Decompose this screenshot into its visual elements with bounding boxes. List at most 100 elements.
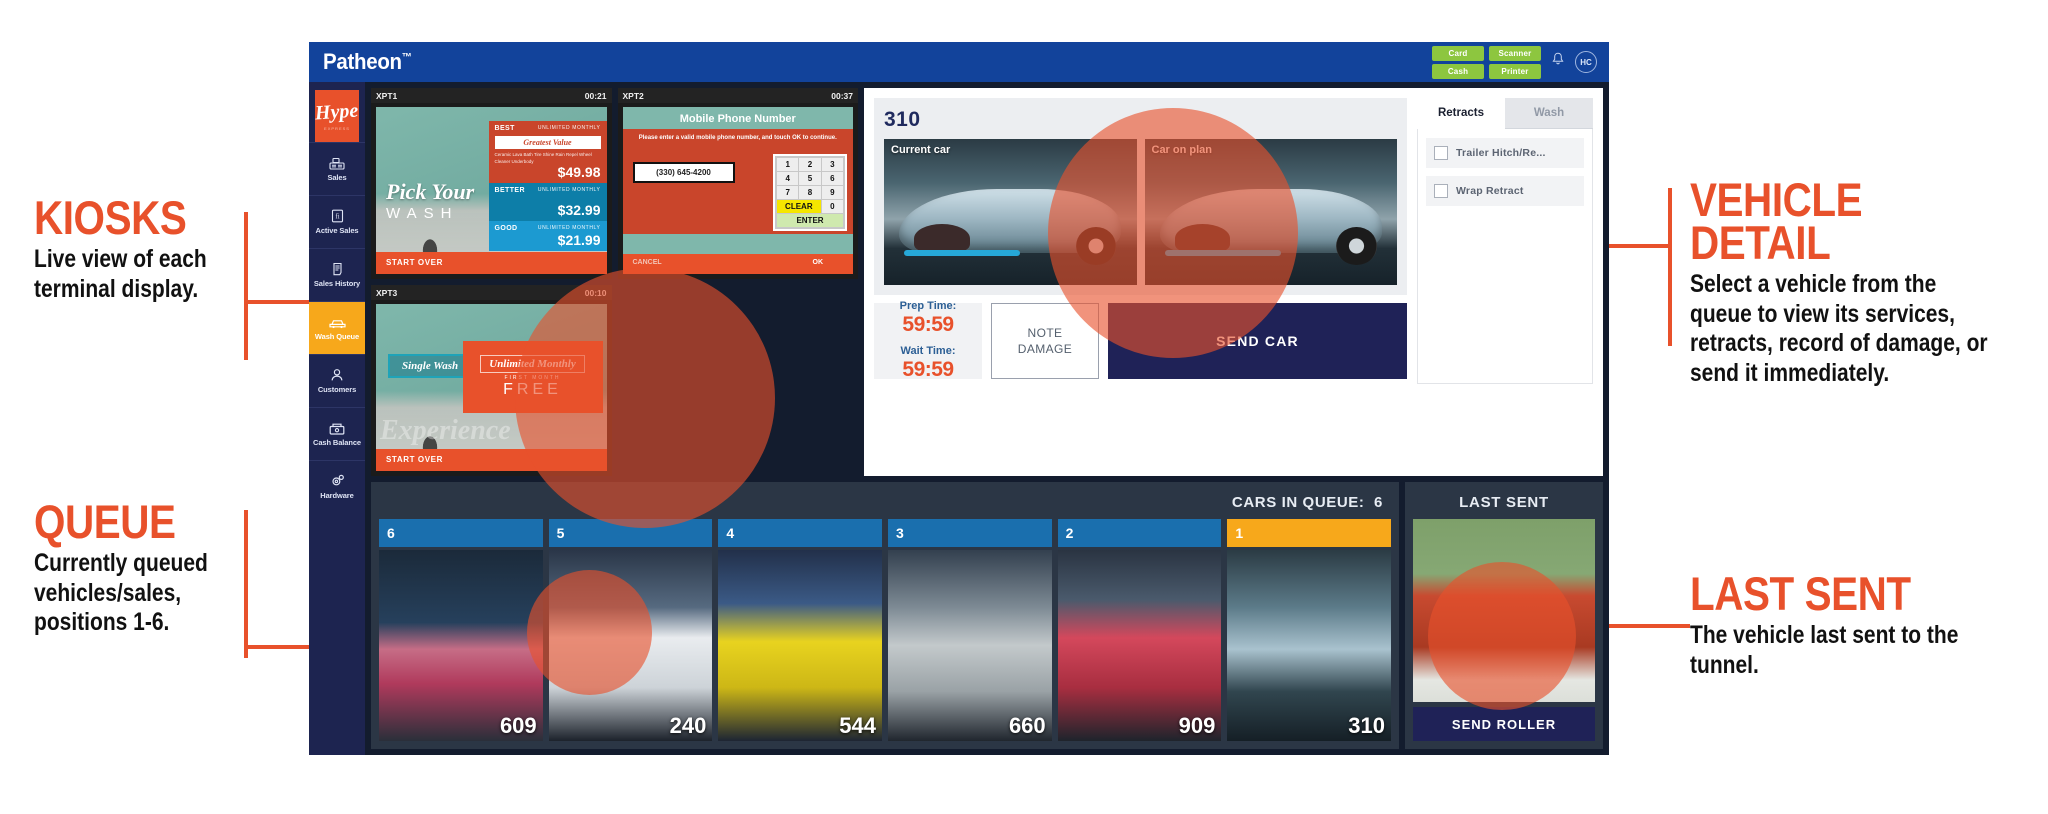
kiosk-xpt3-ghost-word: Experience	[380, 415, 511, 447]
keypad-key-8[interactable]: 8	[799, 186, 821, 199]
kiosk-xpt1-name: XPT1	[376, 90, 398, 101]
queue-car-image-2: 909	[1057, 550, 1222, 741]
prep-time-label: Prep Time:	[899, 300, 957, 312]
keypad-clear-button[interactable]: CLEAR	[777, 200, 821, 213]
kiosk-xpt1-tier-best[interactable]: BEST UNLIMITED MONTHLY Greatest Value Ce…	[488, 121, 607, 183]
status-badge-cash[interactable]: Cash	[1432, 63, 1484, 79]
sidebar-item-cash-balance[interactable]: Cash Balance	[309, 407, 365, 460]
numeric-keypad: 1 2 3 4 5 6 7 8 9 CLEAR 0 ENTER	[773, 154, 847, 231]
kiosk-xpt3-unlimited-button[interactable]: Unlimited Monthly FIRST MONTH FREE	[462, 341, 603, 413]
queue-position-4: 4	[718, 519, 882, 548]
kiosk-xpt1-screen: Pick Your WASH ➤ BEST UNLIMITED MONTHLY …	[376, 107, 607, 275]
sidebar-item-hardware[interactable]: Hardware	[309, 460, 365, 513]
status-badge-printer[interactable]: Printer	[1489, 63, 1541, 79]
bell-icon[interactable]	[1551, 52, 1565, 72]
sidebar-item-sales-history[interactable]: Sales History	[309, 248, 365, 301]
annotation-vehicle-detail-title: VEHICLE DETAIL	[1690, 173, 1863, 270]
note-damage-button[interactable]: NOTE DAMAGE	[991, 303, 1099, 379]
current-car-image[interactable]: Current car	[884, 139, 1137, 285]
keypad-key-0[interactable]: 0	[821, 200, 843, 213]
gear-icon	[330, 474, 345, 488]
current-car-label: Current car	[891, 144, 951, 156]
kiosk-xpt1-tier-better[interactable]: BETTER UNLIMITED MONTHLY $32.99	[488, 183, 607, 221]
tier-better-monthly: UNLIMITED MONTHLY	[537, 187, 601, 193]
tier-good-monthly: UNLIMITED MONTHLY	[537, 225, 601, 231]
vehicle-images: Current car Car on plan	[884, 139, 1397, 285]
svg-text:fi: fi	[335, 212, 339, 220]
status-badge-card[interactable]: Card	[1432, 45, 1484, 61]
app-titlebar: Patheon™ Card Scanner Cash Printer HC	[309, 42, 1609, 82]
header-right-cluster: Card Scanner Cash Printer HC	[1432, 42, 1597, 82]
car-icon	[328, 316, 347, 329]
tab-wash[interactable]: Wash	[1505, 98, 1593, 129]
checkbox-wrap-retract[interactable]	[1434, 184, 1448, 198]
queue-car-image-4: 544	[718, 550, 882, 741]
retract-row-wrap-retract[interactable]: Wrap Retract	[1426, 176, 1584, 206]
queue-tile-position-1[interactable]: 1 310	[1227, 519, 1391, 741]
queue-tile-position-3[interactable]: 3 660	[888, 519, 1052, 741]
queue-tile-position-5[interactable]: 5 240	[548, 519, 713, 741]
kiosk-xpt3-single-wash-button[interactable]: Single Wash	[388, 354, 473, 379]
car-on-plan-image[interactable]: Car on plan	[1144, 139, 1397, 285]
keypad-key-7[interactable]: 7	[777, 186, 799, 199]
kiosk-xpt1-tier-good[interactable]: GOOD UNLIMITED MONTHLY $21.99	[488, 221, 607, 251]
queue-position-3: 3	[888, 519, 1052, 548]
kiosk-xpt1-headline-script: Pick Your	[386, 178, 475, 204]
annotation-queue-body: Currently queued vehicles/sales, positio…	[34, 549, 208, 637]
vehicle-detail-panel: 310 Current car Car on plan Prep Time: 5…	[864, 88, 1603, 477]
send-car-button[interactable]: SEND CAR	[1108, 303, 1407, 379]
kiosk-xpt3-start-over-button[interactable]: START OVER	[376, 449, 607, 472]
avatar[interactable]: HC	[1575, 51, 1597, 73]
sidebar-item-wash-queue[interactable]: Wash Queue	[309, 301, 365, 354]
kiosk-xpt2-cancel-button[interactable]: CANCEL	[633, 259, 662, 266]
keypad-key-1[interactable]: 1	[777, 158, 799, 171]
kiosk-xpt2[interactable]: XPT2 00:37 Mobile Phone Number Please en…	[617, 88, 858, 280]
wait-time-label: Wait Time:	[900, 345, 956, 357]
cashbox-icon	[329, 422, 345, 435]
sidebar-item-active-sales[interactable]: fi Active Sales	[309, 195, 365, 248]
keypad-key-2[interactable]: 2	[799, 158, 821, 171]
queue-position-2: 2	[1057, 519, 1222, 548]
kiosk-xpt2-bar: XPT2 00:37	[617, 88, 858, 103]
kiosk-xpt3[interactable]: XPT3 00:10 Experience Single Wash Unlimi…	[371, 285, 612, 477]
car-on-plan-label: Car on plan	[1151, 144, 1213, 156]
tier-good-price: $21.99	[557, 232, 601, 248]
sidebar-item-cash-balance-label: Cash Balance	[313, 437, 361, 447]
kiosk-xpt2-timer: 00:37	[831, 90, 853, 101]
keypad-key-9[interactable]: 9	[821, 186, 843, 199]
sidebar-item-sales[interactable]: Sales	[309, 142, 365, 195]
tab-retracts[interactable]: Retracts	[1417, 98, 1505, 129]
phone-number-input[interactable]: (330) 645-4200	[632, 162, 735, 183]
retract-row-trailer-hitch[interactable]: Trailer Hitch/Re...	[1426, 138, 1584, 168]
queue-car-image-1: 310	[1227, 550, 1391, 741]
queue-row: CARS IN QUEUE: 6 6 609 5 240 4 544 3 660…	[371, 482, 1603, 749]
kiosk-xpt3-bar: XPT3 00:10	[371, 285, 612, 301]
keypad-key-4[interactable]: 4	[777, 172, 799, 185]
brand-trademark: ™	[401, 51, 412, 64]
kiosk-xpt1-start-over-label: START OVER	[386, 258, 443, 268]
keypad-enter-button[interactable]: ENTER	[777, 214, 843, 227]
queue-tile-position-6[interactable]: 6 609	[379, 519, 543, 741]
kiosk-xpt1[interactable]: XPT1 00:21 Pick Your WASH ➤	[371, 88, 612, 280]
main-content: XPT1 00:21 Pick Your WASH ➤	[365, 82, 1609, 755]
keypad-key-6[interactable]: 6	[821, 172, 843, 185]
person-icon	[330, 368, 344, 382]
sidebar-item-customers[interactable]: Customers	[309, 354, 365, 407]
kiosk-xpt3-start-over-label: START OVER	[386, 455, 443, 465]
kiosk-xpt1-start-over-button[interactable]: START OVER	[376, 252, 607, 275]
queue-tile-position-4[interactable]: 4 544	[718, 519, 882, 741]
last-sent-panel: LAST SENT SEND ROLLER	[1405, 482, 1603, 749]
queue-panel: CARS IN QUEUE: 6 6 609 5 240 4 544 3 660…	[371, 482, 1399, 749]
sidebar-item-active-sales-label: Active Sales	[315, 226, 359, 235]
keypad-key-5[interactable]: 5	[799, 172, 821, 185]
queue-car-number-6: 609	[499, 713, 537, 738]
queue-tile-position-2[interactable]: 2 909	[1057, 519, 1222, 741]
send-roller-button[interactable]: SEND ROLLER	[1413, 707, 1595, 741]
kiosk-xpt2-ok-button[interactable]: OK	[813, 259, 824, 266]
annotation-kiosks-body: Live view of each terminal display.	[34, 245, 207, 303]
keypad-key-3[interactable]: 3	[821, 158, 843, 171]
hype-logo-word: Hype	[314, 99, 360, 125]
tier-best-pill: Greatest Value	[494, 136, 601, 149]
status-badge-scanner[interactable]: Scanner	[1489, 45, 1541, 61]
checkbox-trailer-hitch[interactable]	[1434, 146, 1448, 160]
